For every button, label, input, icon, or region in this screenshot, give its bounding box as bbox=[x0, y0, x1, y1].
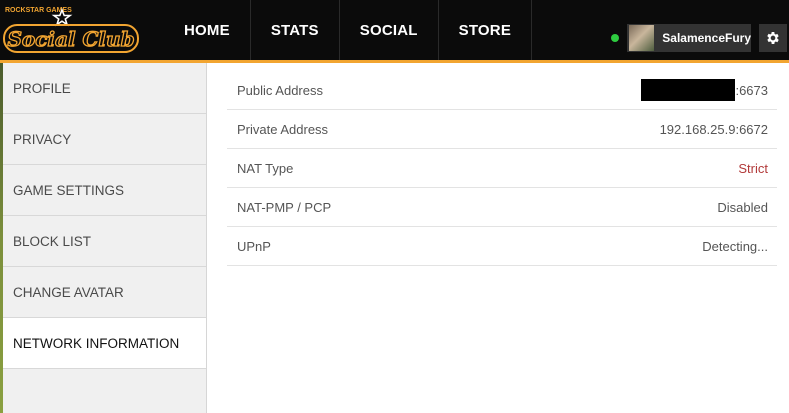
settings-button[interactable] bbox=[759, 24, 787, 52]
sidebar-item-change-avatar[interactable]: CHANGE AVATAR bbox=[3, 267, 206, 318]
table-row: NAT-PMP / PCP Disabled bbox=[227, 188, 777, 227]
nat-pmp-label: NAT-PMP / PCP bbox=[237, 199, 332, 215]
online-status-indicator bbox=[611, 34, 619, 42]
sidebar-item-block-list[interactable]: BLOCK LIST bbox=[3, 216, 206, 267]
private-address-label: Private Address bbox=[237, 121, 329, 137]
logo-text: Social Club bbox=[7, 27, 134, 51]
public-address-value: :6673 bbox=[641, 79, 768, 101]
sidebar-item-privacy[interactable]: PRIVACY bbox=[3, 114, 206, 165]
network-information-panel: Public Address :6673 Private Address 192… bbox=[208, 63, 789, 413]
upnp-label: UPnP bbox=[237, 238, 271, 254]
user-profile-button[interactable]: SalamenceFury bbox=[627, 24, 751, 52]
username: SalamenceFury bbox=[662, 31, 751, 45]
nat-type-value: Strict bbox=[738, 160, 768, 176]
sidebar-item-profile[interactable]: PROFILE bbox=[3, 63, 206, 114]
nav-store[interactable]: STORE bbox=[439, 0, 533, 60]
top-bar: ROCKSTAR GAMES Social Club HOME STATS SO… bbox=[0, 0, 789, 60]
sidebar-item-game-settings[interactable]: GAME SETTINGS bbox=[3, 165, 206, 216]
table-row: NAT Type Strict bbox=[227, 149, 777, 188]
social-club-logo[interactable]: ROCKSTAR GAMES Social Club bbox=[2, 4, 144, 56]
nat-pmp-value: Disabled bbox=[717, 199, 768, 215]
gear-icon bbox=[767, 32, 779, 44]
public-address-label: Public Address bbox=[237, 82, 323, 98]
sidebar-item-network-information[interactable]: NETWORK INFORMATION bbox=[3, 318, 206, 369]
private-address-value: 192.168.25.9:6672 bbox=[659, 121, 768, 137]
main-nav: HOME STATS SOCIAL STORE bbox=[166, 0, 533, 60]
upnp-value: Detecting... bbox=[702, 238, 768, 254]
nav-social[interactable]: SOCIAL bbox=[340, 0, 439, 60]
public-address-port: :6673 bbox=[735, 82, 768, 98]
nav-home[interactable]: HOME bbox=[166, 0, 251, 60]
avatar bbox=[629, 25, 655, 51]
table-row: Private Address 192.168.25.9:6672 bbox=[227, 110, 777, 149]
table-row: UPnP Detecting... bbox=[227, 227, 777, 266]
nav-stats[interactable]: STATS bbox=[251, 0, 340, 60]
network-info-table: Public Address :6673 Private Address 192… bbox=[227, 71, 777, 266]
nat-type-label: NAT Type bbox=[237, 160, 294, 176]
table-row: Public Address :6673 bbox=[227, 71, 777, 110]
redaction-block bbox=[641, 79, 736, 101]
settings-sidebar: PROFILE PRIVACY GAME SETTINGS BLOCK LIST… bbox=[3, 63, 207, 413]
